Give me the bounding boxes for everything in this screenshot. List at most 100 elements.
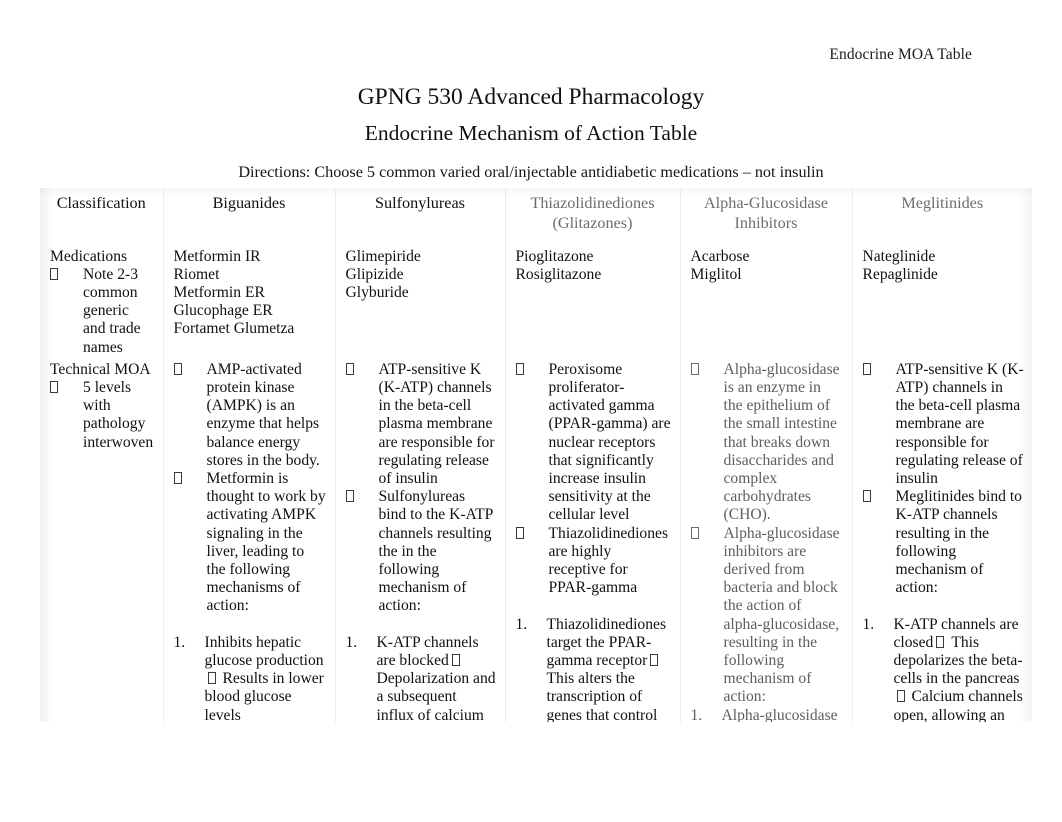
list-number: 1. — [173, 633, 186, 651]
column-header-classification: Classification — [40, 188, 164, 244]
medication-name: Metformin ER — [173, 283, 265, 301]
bullet-glyph-icon — [690, 525, 719, 543]
moa-bullet-list: Peroxisome proliferator-activated gamma … — [515, 361, 672, 598]
medications-note-list: Note 2-3 common generic and trade names — [50, 266, 155, 357]
column-header-sulfonylureas: Sulfonylureas — [334, 188, 506, 244]
list-item: 1. K-ATP channels are closed This depolar… — [863, 616, 1025, 722]
list-item-label: Metformin is thought to work by activati… — [206, 469, 326, 615]
arrow-glyph-icon — [451, 653, 460, 666]
row-label-medications: Medications — [50, 247, 128, 265]
bullet-glyph-icon — [173, 470, 202, 488]
cell-moa-biguanides: AMP-activated protein kinase (AMPK) is a… — [162, 356, 336, 722]
list-item: Alpha-glucosidase inhibitors are derived… — [690, 525, 844, 707]
cell-medications-meglitinides: Nateglinide Repaglinide — [851, 243, 1032, 357]
list-item: 1. Alpha-glucosidase inhibitors bind to … — [691, 707, 844, 722]
moa-numbered-list: 1. Inhibits hepatic glucose productionRe… — [174, 634, 327, 722]
moa-bullet-list: ATP-sensitive K (K-ATP) channels in the … — [345, 361, 497, 616]
column-header-line1: Meglitinides — [901, 194, 984, 212]
cell-moa-sulfonylureas: ATP-sensitive K (K-ATP) channels in the … — [334, 356, 506, 722]
cell-moa-alpha-glucosidase: Alpha-glucosidase is an enzyme in the ep… — [679, 356, 853, 722]
list-item-label: Meglitinides bind to K-ATP channels resu… — [895, 488, 1022, 597]
list-item: Sulfonylureas bind to the K-ATP channels… — [345, 488, 497, 615]
directions-text: Directions: Choose 5 common varied oral/… — [238, 163, 824, 181]
list-number: 1. — [345, 633, 358, 651]
table-row-medications: Medications Note 2-3 common generic and … — [40, 243, 1032, 357]
list-item: 5 levels with pathology interwoven — [50, 379, 155, 452]
arrow-glyph-icon — [650, 653, 659, 666]
medication-name: Acarbose — [690, 247, 750, 265]
list-item: ATP-sensitive K (K-ATP) channels in the … — [862, 360, 1025, 488]
cell-moa-meglitinides: ATP-sensitive K (K-ATP) channels in the … — [851, 356, 1032, 722]
medication-name-list: Nateglinide Repaglinide — [863, 244, 1025, 284]
cell-moa-thiazolidinediones: Peroxisome proliferator-activated gamma … — [504, 356, 681, 722]
moa-numbered-list: 1. K-ATP channels are blockedDepolarizat… — [346, 634, 497, 722]
list-item: 1. Thiazolidinediones target the PPAR-ga… — [516, 616, 672, 722]
arrow-glyph-icon — [896, 690, 905, 703]
bullet-glyph-icon — [345, 361, 374, 379]
medication-name: Pioglitazone — [515, 247, 594, 265]
table-header-row: Classification Biguanides Sulfonylureas … — [40, 188, 1032, 244]
bullet-glyph-icon — [690, 361, 719, 379]
medication-name: Glucophage ER — [173, 302, 273, 320]
list-item: 1. K-ATP channels are blockedDepolarizat… — [346, 634, 497, 722]
moa-numbered-list: 1. Alpha-glucosidase inhibitors bind to … — [691, 707, 844, 722]
list-item: Metformin is thought to work by activati… — [173, 469, 327, 616]
list-item: Peroxisome proliferator-activated gamma … — [515, 361, 672, 525]
column-header-alpha-glucosidase-inhibitors: Alpha-Glucosidase Inhibitors — [679, 188, 853, 244]
cell-medications-sulfonylureas: Glimepiride Glipizide Glyburide — [334, 243, 506, 357]
page-subtitle: Endocrine Mechanism of Action Table — [364, 121, 698, 145]
arrow-glyph-icon — [936, 635, 945, 648]
page-title: GPNG 530 Advanced Pharmacology — [357, 84, 705, 110]
column-header-line1: Classification — [56, 194, 146, 212]
list-number: 1. — [515, 615, 528, 633]
list-item-label: Thiazolidinediones target the PPAR-gamma… — [547, 616, 672, 722]
medication-name: Repaglinide — [862, 265, 938, 283]
column-header-line2: Inhibitors — [734, 214, 798, 233]
moa-numbered-list: 1. K-ATP channels are closed This depolar… — [863, 616, 1025, 722]
medication-name: Glyburide — [345, 283, 409, 301]
medication-name-list: Metformin IR Riomet Metformin ER Glucoph… — [174, 244, 327, 339]
medication-name: Rosiglitazone — [515, 265, 602, 283]
column-header-line1: Biguanides — [212, 194, 286, 212]
column-header-line2: (Glitazones) — [552, 214, 633, 233]
list-item-label: Inhibits hepatic glucose productionResul… — [204, 633, 324, 722]
column-header-biguanides: Biguanides — [162, 188, 336, 244]
bullet-glyph-icon — [862, 361, 891, 379]
list-item-label: Note 2-3 common generic and trade names — [83, 265, 141, 356]
column-header-meglitinides: Meglitinides — [851, 188, 1032, 244]
moa-numbered-list: 1. Thiazolidinediones target the PPAR-ga… — [516, 616, 672, 722]
list-item: AMP-activated protein kinase (AMPK) is a… — [173, 360, 327, 470]
cell-medications-classification: Medications Note 2-3 common generic and … — [40, 243, 164, 357]
list-item: ATP-sensitive K (K-ATP) channels in the … — [345, 361, 497, 488]
row-label-technical-moa: Technical MOA — [50, 360, 151, 378]
list-item-label: Alpha-glucosidase inhibitors bind to alp… — [722, 707, 838, 722]
list-item-label: ATP-sensitive K (K-ATP) channels in the … — [895, 360, 1024, 487]
medication-name: Miglitol — [690, 265, 742, 283]
list-number: 1. — [862, 615, 875, 633]
running-header: Endocrine MOA Table — [829, 46, 972, 63]
cell-medications-thiazolidinediones: Pioglitazone Rosiglitazone — [504, 243, 681, 357]
bullet-glyph-icon — [515, 361, 544, 379]
moa-note-list: 5 levels with pathology interwoven — [50, 379, 155, 452]
bullet-glyph-icon — [50, 266, 78, 284]
list-item: Meglitinides bind to K-ATP channels resu… — [862, 488, 1025, 597]
medication-name: Glimepiride — [345, 247, 421, 265]
medication-name-list: Pioglitazone Rosiglitazone — [516, 244, 672, 284]
list-item: Alpha-glucosidase is an enzyme in the ep… — [690, 360, 844, 525]
list-item-label: Alpha-glucosidase is an enzyme in the ep… — [723, 360, 840, 524]
moa-bullet-list: ATP-sensitive K (K-ATP) channels in the … — [862, 360, 1025, 598]
medication-name: Metformin IR — [173, 247, 261, 265]
bullet-glyph-icon — [50, 379, 78, 397]
bullet-glyph-icon — [862, 488, 891, 506]
list-number: 1. — [690, 706, 703, 722]
list-item-label: 5 levels with pathology interwoven — [83, 378, 154, 451]
cell-medications-biguanides: Metformin IR Riomet Metformin ER Glucoph… — [162, 243, 336, 357]
bullet-glyph-icon — [345, 488, 374, 506]
list-item-label: Thiazolidinediones are highly receptive … — [548, 524, 669, 597]
table-row-technical-moa: Technical MOA 5 levels with pathology in… — [40, 356, 1032, 722]
medication-name: Glipizide — [345, 265, 404, 283]
medication-name-list: Acarbose Miglitol — [691, 244, 844, 284]
cell-moa-classification: Technical MOA 5 levels with pathology in… — [40, 356, 164, 722]
list-item-label: AMP-activated protein kinase (AMPK) is a… — [206, 360, 320, 469]
moa-table: Classification Biguanides Sulfonylureas … — [40, 188, 1032, 722]
